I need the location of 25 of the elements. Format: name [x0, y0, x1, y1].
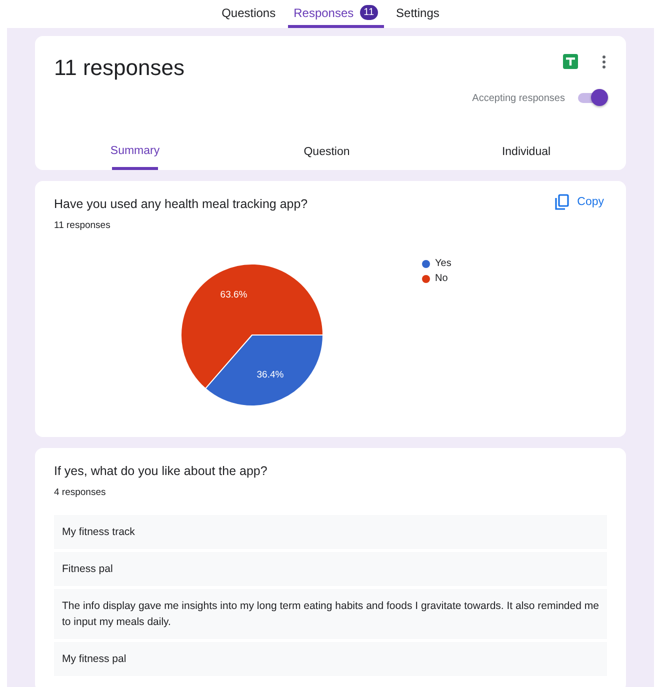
accepting-toggle[interactable] [578, 89, 608, 107]
more-options-icon[interactable] [602, 54, 606, 68]
view-tab[interactable]: Question [227, 134, 426, 170]
answer-row: My fitness pal [54, 642, 607, 676]
slice-label: 36.4% [256, 370, 284, 381]
question-title: If yes, what do you like about the app? [54, 464, 268, 478]
answer-row: The info display gave me insights into my long term eating habits and foods I gravitate towards. It also reminded me to input my meals daily. [54, 589, 607, 639]
accepting-label: Accepting responses [472, 92, 565, 104]
response-count: 11 responses [54, 220, 112, 231]
top-tab[interactable]: Settings [390, 0, 446, 28]
top-tab[interactable]: Questions [216, 0, 282, 28]
slice-label: 63.6% [220, 289, 248, 300]
legend-label: No [435, 273, 448, 284]
count-badge: 11 [360, 5, 378, 20]
answer-row: Fitness pal [54, 552, 607, 586]
view-tab[interactable]: Summary [112, 134, 158, 170]
copy-button[interactable]: Copy [555, 194, 604, 210]
response-count: 4 responses [54, 487, 107, 498]
view-tab[interactable]: Individual [426, 134, 626, 170]
legend-label: Yes [435, 258, 452, 269]
spreadsheet-icon[interactable] [563, 54, 578, 69]
copy-icon [555, 194, 570, 210]
question-title: Have you used any health meal tracking app? [54, 197, 308, 211]
response-count-title: 11 responses [54, 55, 184, 81]
answer-row: My fitness track [54, 515, 607, 549]
